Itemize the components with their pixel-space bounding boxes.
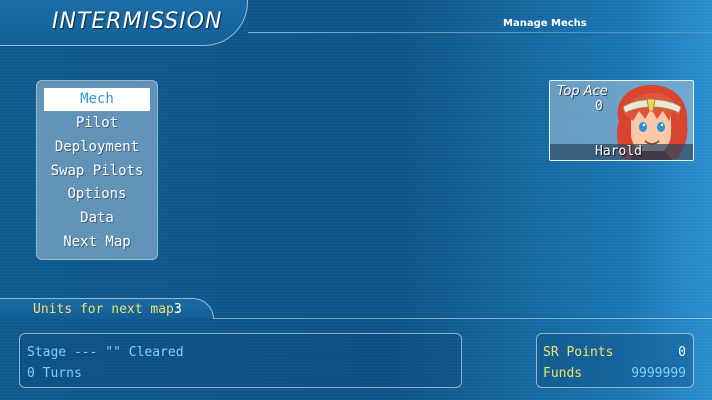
sr-points-label: SR Points — [543, 345, 614, 360]
top-ace-kills: 0 — [595, 99, 603, 114]
units-label: Units for next map: — [33, 302, 182, 317]
menu-item-swap-pilots[interactable]: Swap Pilots — [44, 160, 150, 183]
menu-item-next-map[interactable]: Next Map — [44, 231, 150, 254]
menu-item-deployment[interactable]: Deployment — [44, 136, 150, 159]
menu-item-options[interactable]: Options — [44, 183, 150, 206]
menu-item-mech[interactable]: Mech — [44, 88, 150, 111]
units-value: 3 — [174, 302, 182, 317]
menu-item-pilot[interactable]: Pilot — [44, 112, 150, 135]
menu-item-data[interactable]: Data — [44, 207, 150, 230]
funds-value: 9999999 — [631, 366, 686, 381]
stage-turns: 0 Turns — [27, 366, 82, 381]
page-title: INTERMISSION — [52, 9, 223, 34]
screen-subtitle: Manage Mechs — [503, 18, 587, 29]
header-divider — [248, 32, 712, 33]
units-divider — [214, 318, 712, 319]
top-ace-name: Harold — [595, 144, 642, 159]
command-menu: Mech Pilot Deployment Swap Pilots Option… — [36, 80, 158, 260]
stage-info-box — [19, 333, 462, 388]
top-ace-label: Top Ace — [557, 84, 608, 99]
stage-status: Stage --- "" Cleared — [27, 345, 184, 360]
sr-points-value: 0 — [678, 345, 686, 360]
top-ace-card: Top Ace 0 Harold — [549, 80, 694, 161]
funds-label: Funds — [543, 366, 583, 381]
